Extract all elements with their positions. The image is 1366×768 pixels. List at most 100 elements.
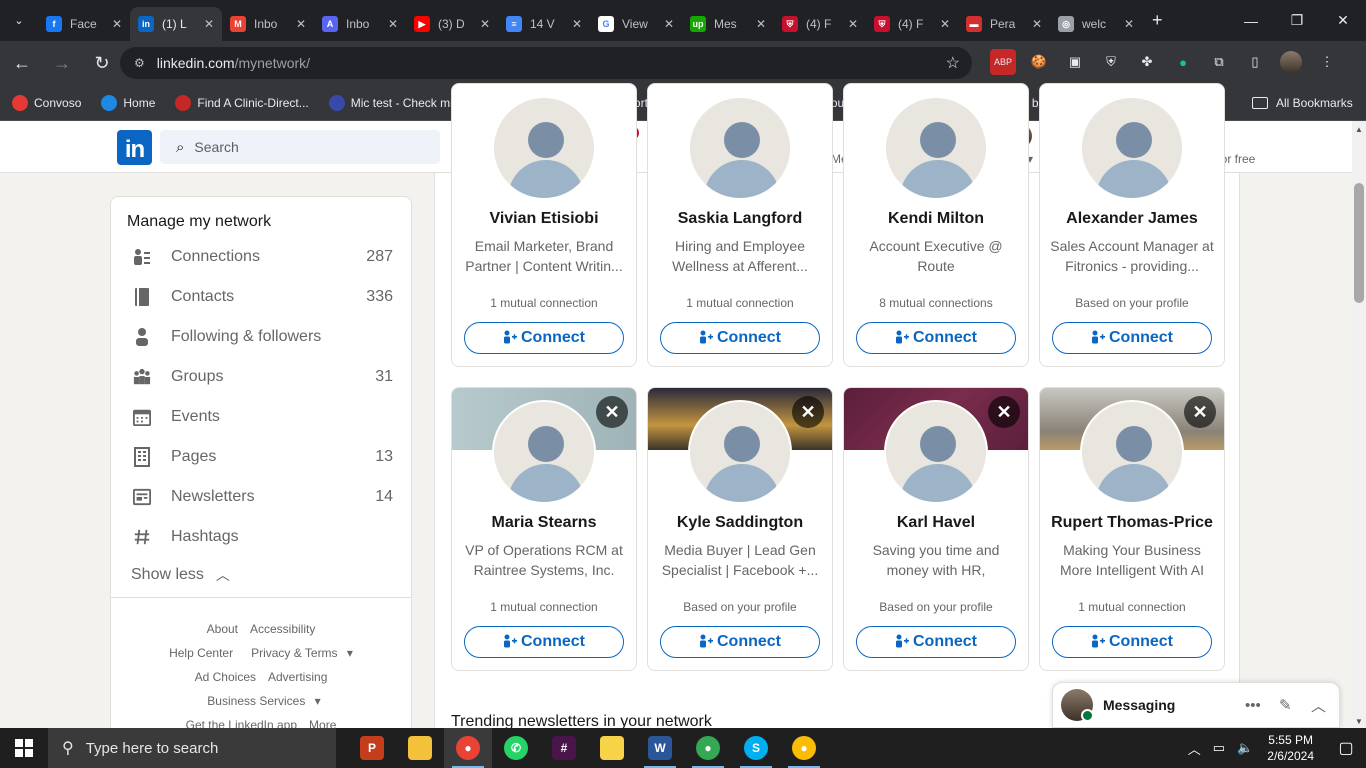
taskbar-app-slack[interactable]: # (540, 728, 588, 768)
taskbar-app-explorer[interactable] (396, 728, 444, 768)
close-tab-icon[interactable]: ✕ (664, 17, 674, 31)
connect-button[interactable]: Connect (856, 626, 1016, 658)
shield-extension-icon[interactable]: ⛨ (1098, 49, 1124, 75)
extensions-icon[interactable]: ⧉ (1206, 49, 1232, 75)
footer-privacy-link[interactable]: Privacy & Terms ▾ (245, 646, 353, 660)
clock[interactable]: 5:55 PM 2/6/2024 (1267, 732, 1314, 764)
network-icon[interactable]: ▭ (1213, 740, 1225, 756)
close-tab-icon[interactable]: ✕ (388, 17, 398, 31)
new-tab-button[interactable]: + (1152, 10, 1163, 31)
taskbar-app-chrome-2[interactable]: ● (684, 728, 732, 768)
connect-button[interactable]: Connect (464, 626, 624, 658)
footer-about-link[interactable]: About (207, 622, 238, 636)
taskbar-app-chrome-1[interactable]: ● (444, 728, 492, 768)
browser-tab[interactable]: ⛨ (4) F ✕ (774, 7, 866, 41)
connect-button[interactable]: Connect (660, 626, 820, 658)
browser-tab[interactable]: M Inbo ✕ (222, 7, 314, 41)
taskbar-app-word[interactable]: W (636, 728, 684, 768)
person-name[interactable]: Saskia Langford (648, 210, 832, 228)
footer-advertising-link[interactable]: Advertising (268, 670, 327, 684)
profile-photo[interactable] (688, 400, 792, 504)
side-panel-icon[interactable]: ▯ (1242, 49, 1268, 75)
bookmark-item[interactable]: Mic test - Check mi... (328, 94, 463, 111)
show-less-button[interactable]: Show less ︿ (131, 565, 230, 585)
person-name[interactable]: Maria Stearns (452, 514, 636, 532)
volume-icon[interactable]: 🔈 (1237, 740, 1253, 756)
back-button[interactable]: ← (4, 45, 40, 81)
person-name[interactable]: Karl Havel (844, 514, 1028, 532)
person-name[interactable]: Rupert Thomas-Price (1040, 514, 1224, 532)
start-button[interactable] (0, 728, 48, 768)
minimize-button[interactable]: — (1228, 0, 1274, 41)
profile-photo[interactable] (492, 96, 596, 200)
browser-tab[interactable]: up Mes ✕ (682, 7, 774, 41)
connect-button[interactable]: Connect (464, 322, 624, 354)
scroll-down-icon[interactable]: ▼ (1355, 717, 1363, 726)
sidebar-item-groups[interactable]: Groups 31 (133, 365, 393, 389)
close-tab-icon[interactable]: ✕ (572, 17, 582, 31)
sidebar-item-pages[interactable]: Pages 13 (133, 445, 393, 469)
chevron-up-icon[interactable]: ︿ (1311, 695, 1326, 716)
connect-button[interactable]: Connect (1052, 322, 1212, 354)
taskbar-app-powerpoint[interactable]: P (348, 728, 396, 768)
profile-avatar-icon[interactable] (1278, 49, 1304, 75)
taskbar-app-sticky-notes[interactable] (588, 728, 636, 768)
grammarly-extension-icon[interactable]: ● (1170, 49, 1196, 75)
profile-photo[interactable] (884, 96, 988, 200)
sidebar-item-hashtags[interactable]: Hashtags (133, 525, 393, 549)
footer-business-link[interactable]: Business Services ▾ (201, 694, 320, 708)
browser-tab[interactable]: G View ✕ (590, 7, 682, 41)
notification-center-icon[interactable]: ▢ (1326, 738, 1366, 758)
page-scrollbar[interactable]: ▲ ▼ (1352, 121, 1366, 728)
profile-photo[interactable] (1080, 96, 1184, 200)
chrome-menu-icon[interactable]: ⋮ (1314, 49, 1340, 75)
profile-photo[interactable] (1080, 400, 1184, 504)
linkedin-logo[interactable]: in (117, 130, 152, 165)
person-card[interactable]: ✕ Karl Havel Saving you time and money w… (843, 387, 1029, 671)
screen-extension-icon[interactable]: ▣ (1062, 49, 1088, 75)
footer-help-link[interactable]: Help Center (169, 646, 233, 660)
close-tab-icon[interactable]: ✕ (296, 17, 306, 31)
bookmark-star-icon[interactable]: ☆ (946, 53, 960, 73)
connect-button[interactable]: Connect (856, 322, 1016, 354)
person-name[interactable]: Alexander James (1040, 210, 1224, 228)
bookmark-item[interactable]: Convoso (12, 94, 81, 111)
close-tab-icon[interactable]: ✕ (848, 17, 858, 31)
scroll-up-icon[interactable]: ▲ (1355, 125, 1363, 134)
dismiss-icon[interactable]: ✕ (1184, 396, 1216, 428)
bookmark-item[interactable]: Find A Clinic-Direct... (175, 94, 309, 111)
close-tab-icon[interactable]: ✕ (1124, 17, 1134, 31)
sidebar-item-contacts[interactable]: Contacts 336 (133, 285, 393, 309)
close-tab-icon[interactable]: ✕ (756, 17, 766, 31)
person-card[interactable]: Vivian Etisiobi Email Marketer, Brand Pa… (451, 83, 637, 367)
all-bookmarks-button[interactable]: All Bookmarks (1252, 96, 1353, 110)
browser-tab[interactable]: f Face ✕ (38, 7, 130, 41)
profile-photo[interactable] (688, 96, 792, 200)
person-name[interactable]: Kendi Milton (844, 210, 1028, 228)
person-card[interactable]: Kendi Milton Account Executive @ Route 8… (843, 83, 1029, 367)
bookmark-item[interactable]: Home (101, 94, 155, 111)
browser-tab[interactable]: ▬ Pera ✕ (958, 7, 1050, 41)
profile-photo[interactable] (884, 400, 988, 504)
footer-adchoices-link[interactable]: Ad Choices (195, 670, 256, 684)
close-tab-icon[interactable]: ✕ (112, 17, 122, 31)
browser-tab[interactable]: ◎ welc ✕ (1050, 7, 1142, 41)
footer-accessibility-link[interactable]: Accessibility (250, 622, 315, 636)
taskbar-app-skype[interactable]: S (732, 728, 780, 768)
sidebar-item-events[interactable]: Events (133, 405, 393, 429)
taskbar-app-chrome-3[interactable]: ● (780, 728, 828, 768)
dismiss-icon[interactable]: ✕ (988, 396, 1020, 428)
sidebar-item-connections[interactable]: Connections 287 (133, 245, 393, 269)
person-name[interactable]: Vivian Etisiobi (452, 210, 636, 228)
address-bar[interactable]: ⚙ linkedin.com/mynetwork/ ☆ (120, 47, 972, 79)
close-tab-icon[interactable]: ✕ (480, 17, 490, 31)
close-tab-icon[interactable]: ✕ (1032, 17, 1042, 31)
puzzle-x-extension-icon[interactable]: ✤ (1134, 49, 1160, 75)
search-input[interactable] (194, 139, 415, 155)
more-options-icon[interactable]: ••• (1245, 697, 1261, 714)
person-name[interactable]: Kyle Saddington (648, 514, 832, 532)
chevron-up-icon[interactable]: ︿ (1188, 739, 1201, 758)
abp-extension-icon[interactable]: ABP (990, 49, 1016, 75)
sidebar-item-following-followers[interactable]: Following & followers (133, 325, 393, 349)
taskbar-search[interactable]: ⚲ Type here to search (48, 728, 336, 768)
